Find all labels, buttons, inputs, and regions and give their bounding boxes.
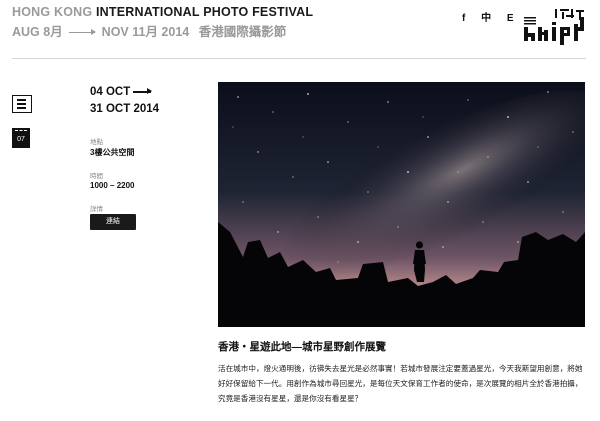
facebook-link[interactable]: f [462, 13, 465, 24]
details-label: 詳情 [90, 206, 103, 213]
event-date-from-row: 04 OCT [90, 84, 159, 101]
language-links: f 中 E [462, 9, 527, 24]
festival-title[interactable]: HONG KONG INTERNATIONAL PHOTO FESTIVAL [12, 5, 313, 19]
site-header: HONG KONG INTERNATIONAL PHOTO FESTIVAL A… [0, 0, 600, 59]
title-photo-festival: PHOTO FESTIVAL [203, 5, 314, 19]
hkipf-logo[interactable] [522, 7, 588, 45]
festival-date-end: NOV 11月 2014 [101, 25, 190, 39]
title-hong-kong: HONG KONG [12, 5, 93, 19]
hamburger-menu-icon[interactable] [12, 95, 32, 113]
article-body: 活在城市中，燈火通明後，彷彿失去星光是必然事實！若城市發展注定要蓋過星光，今天我… [218, 364, 583, 403]
venue-value: 3樓公共空間 [90, 148, 135, 157]
time-label: 時間 [90, 173, 103, 180]
festival-dates: AUG 8月 NOV 11月 2014 香港國際攝影節 [12, 21, 286, 40]
lang-english-link[interactable]: E [507, 13, 514, 24]
details-link-button[interactable]: 連結 [90, 214, 136, 230]
arrow-right-icon [133, 88, 153, 94]
milky-way-photo [218, 82, 585, 327]
time-value: 1000 – 2200 [90, 181, 135, 190]
event-date-to: 31 OCT 2014 [90, 103, 160, 115]
title-international: INTERNATIONAL [95, 5, 200, 19]
venue-label: 地點 [90, 139, 103, 146]
event-date-from: 04 OCT [90, 86, 131, 98]
calendar-date-badge[interactable]: 07 [12, 128, 30, 148]
festival-date-start: AUG 8月 [12, 25, 63, 39]
header-divider [12, 58, 586, 59]
arrow-right-icon [69, 29, 97, 36]
festival-title-cn: 香港國際攝影節 [198, 25, 287, 39]
article-title: 香港・星遊此地—城市星野創作展覽 [218, 341, 386, 353]
event-dates: 04 OCT 31 OCT 2014 [90, 84, 159, 118]
lang-chinese-link[interactable]: 中 [481, 13, 491, 24]
